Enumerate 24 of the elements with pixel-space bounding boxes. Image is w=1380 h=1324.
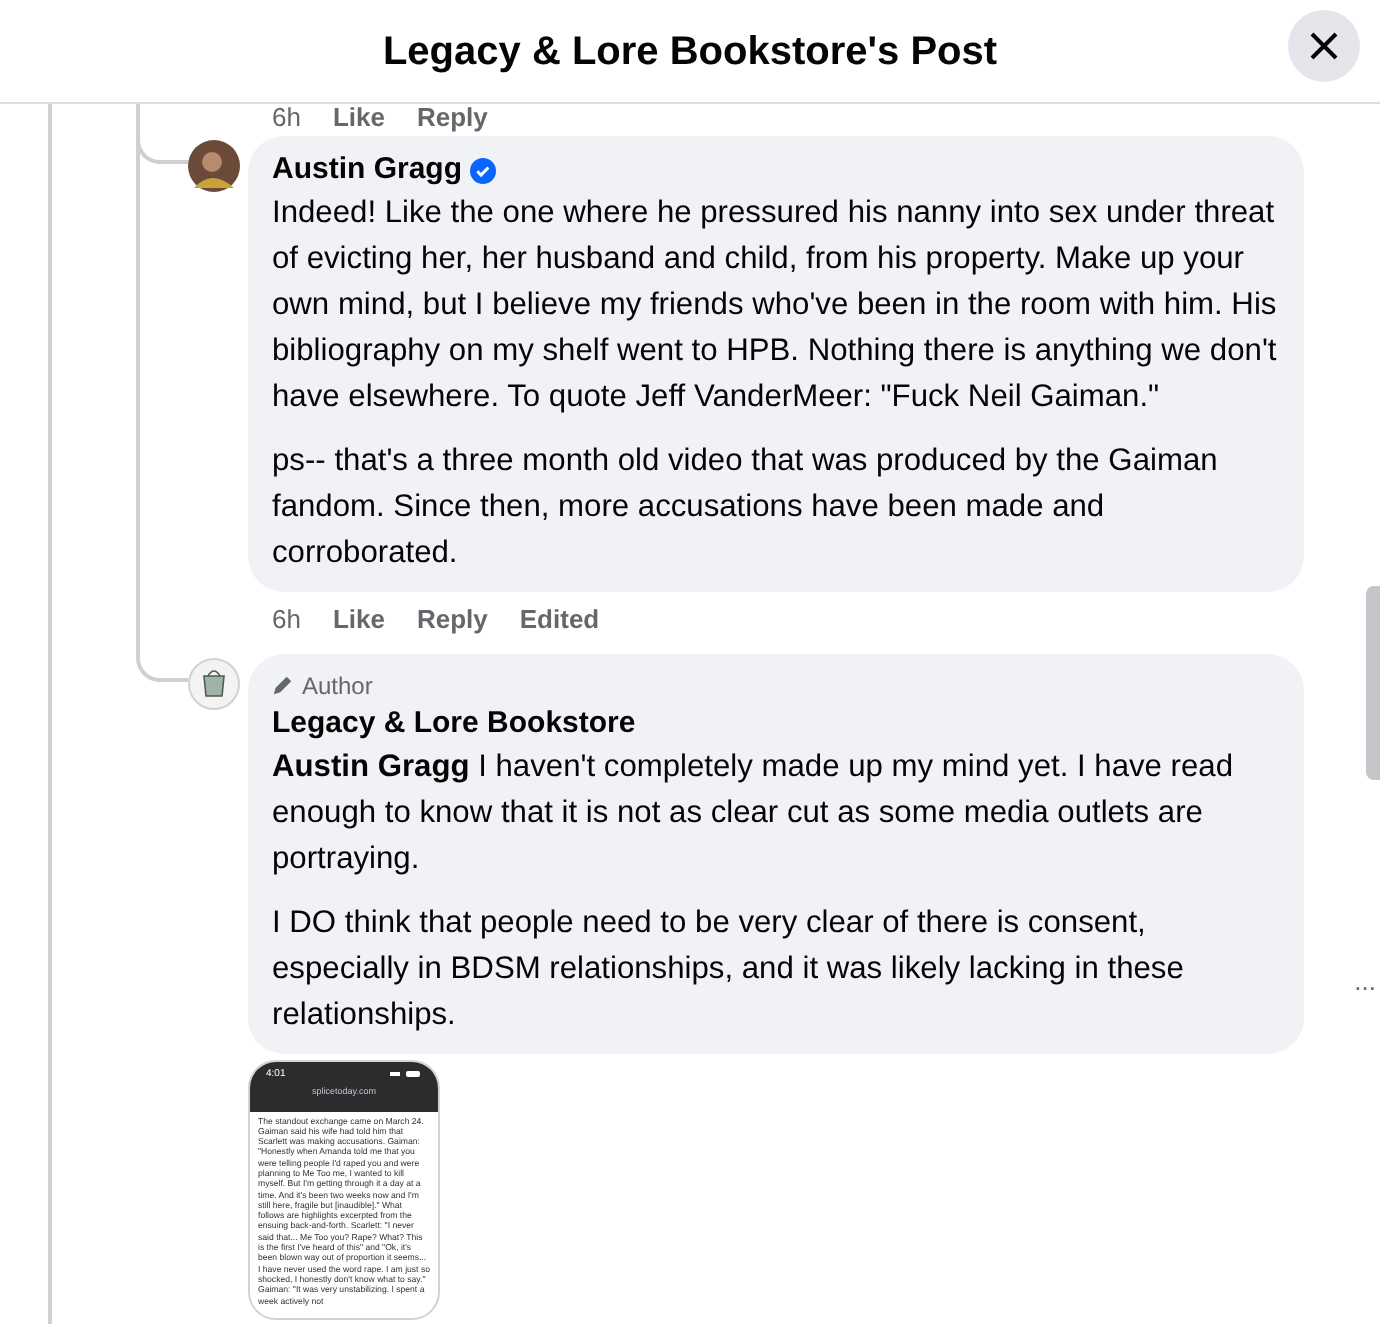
comment-author[interactable]: Austin Gragg [272, 150, 463, 190]
comment-action[interactable]: Like [332, 104, 385, 132]
comment-action[interactable]: Like [332, 600, 385, 639]
comment-action[interactable]: Edited [519, 600, 600, 639]
pen-icon [272, 674, 294, 696]
comment-action[interactable]: Reply [416, 104, 488, 132]
screenshot-attachment[interactable] [248, 1059, 440, 1319]
comment-text: ps-- that's a three month old video that was produced by the Gaiman fandom. Since then, more accusations have been made and corroborated. [272, 442, 1220, 574]
status-icons [390, 1070, 422, 1079]
close-icon [1308, 30, 1340, 62]
comment-time: 6h [272, 602, 301, 638]
comment-text: Austin Gragg I haven't completely made up my mind yet. I have read enough to know that it is not as clear cut as some media outlets are portraying. [272, 747, 1236, 879]
comment-author[interactable]: Legacy & Lore Bookstore [272, 703, 636, 743]
comment-text: I DO think that people need to be very clear of there is consent, especially in BDSM relationships, and it was likely lacking in these relationships. [272, 903, 1186, 1035]
user-avatar[interactable] [188, 140, 240, 192]
comment-time: 6h [272, 104, 301, 132]
bookstore-avatar[interactable] [188, 657, 240, 709]
author-label: Author [302, 669, 373, 703]
scrollbar[interactable] [1366, 586, 1380, 780]
dialog-title: Legacy & Lore Bookstore's Post [382, 27, 998, 77]
comment-text: Indeed! Like the one where he pressured his nanny into sex under threat of evicting her, her husband and child, from his property. Make up your own mind, but I believe my friends who've been in the room with him. His bibliography on my shelf went to HPB. Nothing there is anything we don't have elsewhere. To quote Jeff VanderMeer: "Fuck Neil Gaiman." [272, 194, 1279, 418]
close-button[interactable] [1288, 10, 1360, 82]
comment-action[interactable]: Reply [416, 600, 488, 639]
more-options-button[interactable]: ... [1354, 962, 1376, 1002]
